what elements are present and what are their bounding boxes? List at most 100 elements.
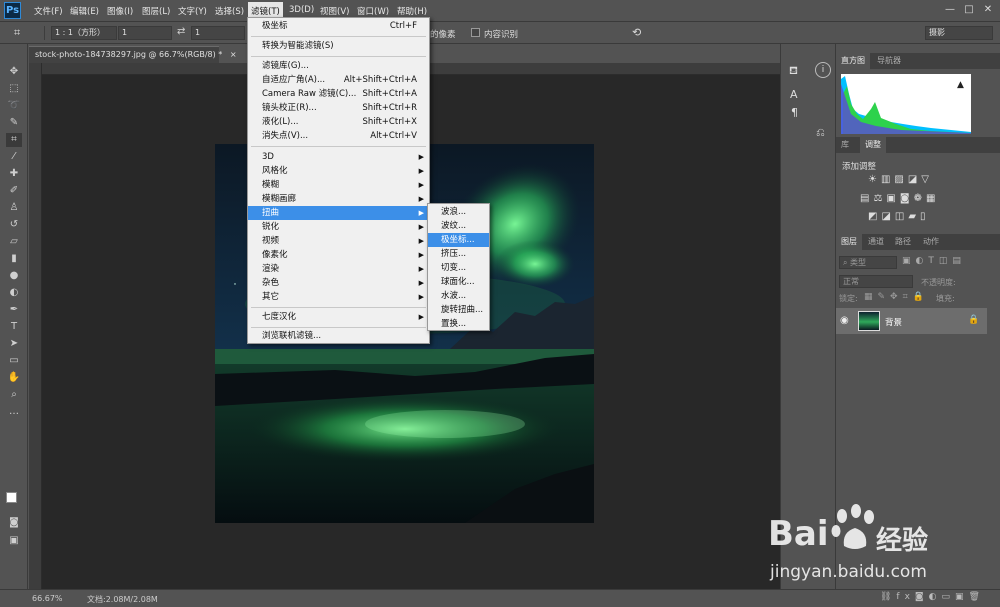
move-tool-icon[interactable]: ✥ [6, 65, 22, 79]
tab-adjustments[interactable]: 调整 [860, 137, 886, 153]
tab-close-icon[interactable]: × [230, 50, 237, 59]
tab-layers[interactable]: 图层 [836, 234, 862, 250]
shape-tool-icon[interactable]: ▭ [6, 354, 22, 368]
layer-filter-icons[interactable]: ▣◐T◫▤ [902, 256, 966, 266]
adjustment-icons-row-3[interactable]: ◩◪◫▰▯ [868, 211, 930, 222]
menu-view[interactable]: 视图(V) [320, 5, 349, 17]
menu-camera-raw[interactable]: Camera Raw 滤镜(C)... Shift+Ctrl+A [248, 87, 429, 101]
menu-browse-online[interactable]: 浏览联机滤镜... [248, 329, 429, 343]
document-tab[interactable]: stock-photo-184738297.jpg @ 66.7%(RGB/8)… [29, 46, 237, 63]
menu-group-stylize[interactable]: 风格化 ▶ [248, 164, 429, 178]
menu-layer[interactable]: 图层(L) [142, 5, 170, 17]
menu-group-pixelate[interactable]: 像素化 ▶ [248, 248, 429, 262]
submenu-displace[interactable]: 置换... [428, 317, 489, 331]
tab-histogram[interactable]: 直方图 [836, 53, 870, 69]
crop-width-input[interactable]: 1 [118, 26, 172, 40]
menu-convert-smart-filter[interactable]: 转换为智能滤镜(S) [248, 39, 429, 53]
menu-last-filter[interactable]: 极坐标 Ctrl+F [248, 19, 429, 33]
menu-image[interactable]: 图像(I) [107, 5, 133, 17]
crop-tool-icon[interactable]: ⌗ [14, 26, 30, 40]
visibility-eye-icon[interactable]: ◉ [840, 315, 849, 326]
stamp-tool-icon[interactable]: ♙ [6, 201, 22, 215]
crop-tool-icon[interactable]: ⌗ [6, 133, 22, 147]
warning-icon[interactable]: ▲ [957, 80, 964, 90]
crop-height-input[interactable]: 1 [191, 26, 245, 40]
minimize-icon[interactable]: — [943, 3, 957, 17]
swap-icon[interactable]: ⇄ [177, 26, 185, 37]
history-brush-icon[interactable]: ↺ [6, 218, 22, 232]
close-icon[interactable]: ✕ [981, 3, 995, 17]
tab-library[interactable]: 库 [836, 137, 854, 153]
zoom-tool-icon[interactable]: ⌕ [6, 388, 22, 402]
hand-tool-icon[interactable]: ✋ [6, 371, 22, 385]
menu-group-distort[interactable]: 扭曲 ▶ [248, 206, 429, 220]
menu-help[interactable]: 帮助(H) [397, 5, 427, 17]
menu-group-blur[interactable]: 模糊 ▶ [248, 178, 429, 192]
path-select-tool-icon[interactable]: ➤ [6, 337, 22, 351]
menu-group-3d[interactable]: 3D ▶ [248, 150, 429, 164]
blend-mode-select[interactable]: 正常 [839, 275, 913, 288]
foreground-color-swatch[interactable] [6, 492, 17, 503]
zoom-level[interactable]: 66.67% [32, 594, 63, 603]
marquee-tool-icon[interactable]: ⬚ [6, 82, 22, 96]
tab-paths[interactable]: 路径 [890, 234, 916, 250]
screen-mode-icon[interactable]: ▣ [6, 534, 22, 548]
menu-type[interactable]: 文字(Y) [178, 5, 207, 17]
submenu-zigzag[interactable]: 水波... [428, 289, 489, 303]
history-icon[interactable]: ⎌ [816, 126, 825, 140]
character-icon[interactable]: A [790, 88, 798, 101]
reset-icon[interactable]: ⟲ [632, 26, 641, 39]
quick-select-tool-icon[interactable]: ✎ [6, 116, 22, 130]
workspace-select[interactable]: 摄影 [925, 26, 993, 40]
menu-3d[interactable]: 3D(D) [289, 5, 314, 15]
blur-tool-icon[interactable]: ● [6, 269, 22, 283]
tab-navigator[interactable]: 导航器 [872, 53, 906, 69]
layer-kind-filter[interactable]: ⌕ 类型 [839, 256, 897, 269]
submenu-shear[interactable]: 切变... [428, 261, 489, 275]
menu-group-noise[interactable]: 杂色 ▶ [248, 276, 429, 290]
tool-presets-icon[interactable]: ⛾ [789, 64, 798, 79]
menu-vanishing-point[interactable]: 消失点(V)... Alt+Ctrl+V [248, 129, 429, 143]
ratio-select[interactable]: 1 : 1（方形） [51, 26, 117, 40]
submenu-wave[interactable]: 波浪... [428, 205, 489, 219]
menu-group-render[interactable]: 渲染 ▶ [248, 262, 429, 276]
lasso-tool-icon[interactable]: ➰ [6, 99, 22, 113]
menu-liquify[interactable]: 液化(L)... Shift+Ctrl+X [248, 115, 429, 129]
submenu-twirl[interactable]: 旋转扭曲... [428, 303, 489, 317]
menu-filter-gallery[interactable]: 滤镜库(G)... [248, 59, 429, 73]
quick-mask-icon[interactable]: ◙ [6, 516, 22, 530]
paragraph-icon[interactable]: ¶ [791, 106, 798, 119]
layer-row-background[interactable]: ◉ 背景 🔒 [836, 308, 987, 334]
menu-group-video[interactable]: 视频 ▶ [248, 234, 429, 248]
tab-channels[interactable]: 通道 [863, 234, 889, 250]
lock-icons[interactable]: ▦✎✥⌗🔒 [864, 292, 929, 302]
tab-actions[interactable]: 动作 [918, 234, 944, 250]
menu-edit[interactable]: 编辑(E) [70, 5, 99, 17]
pen-tool-icon[interactable]: ✒ [6, 303, 22, 317]
maximize-icon[interactable]: □ [962, 3, 976, 17]
info-icon[interactable]: i [815, 62, 831, 78]
dodge-tool-icon[interactable]: ◐ [6, 286, 22, 300]
submenu-pinch[interactable]: 挤压... [428, 247, 489, 261]
healing-tool-icon[interactable]: ✚ [6, 167, 22, 181]
adjustment-icons-row-2[interactable]: ▤⚖▣◙❁▦ [860, 193, 939, 204]
menu-plugin-qidu[interactable]: 七度汉化 ▶ [248, 310, 429, 324]
menu-group-blur-gallery[interactable]: 模糊画廊 ▶ [248, 192, 429, 206]
menu-lens-correction[interactable]: 镜头校正(R)... Shift+Ctrl+R [248, 101, 429, 115]
submenu-ripple[interactable]: 波纹... [428, 219, 489, 233]
more-tools-icon[interactable]: … [6, 405, 22, 419]
layer-bottom-icons[interactable]: ⛓fx◙◐▭▣🗑 [880, 592, 985, 602]
eraser-tool-icon[interactable]: ▱ [6, 235, 22, 249]
content-aware-checkbox[interactable] [471, 28, 480, 37]
menu-select[interactable]: 选择(S) [215, 5, 244, 17]
menu-file[interactable]: 文件(F) [34, 5, 63, 17]
submenu-spherize[interactable]: 球面化... [428, 275, 489, 289]
menu-group-other[interactable]: 其它 ▶ [248, 290, 429, 304]
submenu-polar-coordinates[interactable]: 极坐标... [428, 233, 489, 247]
type-tool-icon[interactable]: T [6, 320, 22, 334]
gradient-tool-icon[interactable]: ▮ [6, 252, 22, 266]
adjustment-icons-row-1[interactable]: ☀▥▨◪▽ [868, 174, 933, 185]
eyedropper-tool-icon[interactable]: ⁄ [6, 150, 22, 164]
brush-tool-icon[interactable]: ✐ [6, 184, 22, 198]
menu-window[interactable]: 窗口(W) [357, 5, 389, 17]
